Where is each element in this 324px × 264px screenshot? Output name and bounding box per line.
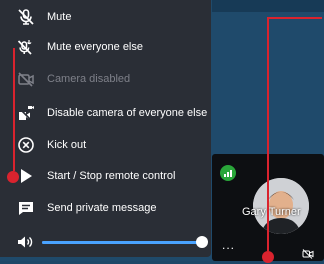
menu-item-label: Kick out [47,139,87,151]
camera-off-icon [16,69,36,89]
play-icon [16,166,36,186]
mic-all-off-icon [16,37,36,57]
annotation-line [13,48,15,171]
menu-item-label: Start / Stop remote control [47,170,176,182]
menu-item-kick-out[interactable]: Kick out [0,130,211,160]
volume-control [0,228,211,256]
menu-item-label: Disable camera of everyone else [47,107,208,119]
participant-context-menu: Mute Mute everyone else Camera disabled [0,0,211,257]
menu-item-label: Camera disabled [47,73,131,85]
volume-icon [16,233,34,251]
mic-off-icon [16,7,36,27]
menu-item-private-message[interactable]: Send private message [0,193,211,223]
menu-item-disable-camera-everyone[interactable]: Disable camera of everyone else [0,98,211,128]
menu-item-label: Send private message [47,202,157,214]
close-circle-icon [16,135,36,155]
annotation-line [267,17,269,251]
volume-slider-fill [42,241,202,244]
menu-item-remote-control[interactable]: Start / Stop remote control [0,161,211,191]
signal-icon[interactable] [220,165,236,181]
menu-item-label: Mute [47,11,72,23]
menu-item-mute-everyone-else[interactable]: Mute everyone else [0,32,211,62]
top-strip [212,0,324,12]
menu-item-label: Mute everyone else [47,41,143,53]
annotation-marker [7,171,19,183]
annotation-marker [262,251,274,263]
more-options-button[interactable]: ... [222,239,235,251]
camera-all-off-icon [16,103,36,123]
message-icon [16,198,36,218]
volume-slider-thumb[interactable] [196,236,208,248]
menu-item-mute[interactable]: Mute [0,2,211,32]
participant-name: Gary Turner [242,206,301,218]
annotation-line [267,17,322,19]
camera-off-icon [302,246,314,259]
menu-item-camera-disabled: Camera disabled [0,64,211,94]
